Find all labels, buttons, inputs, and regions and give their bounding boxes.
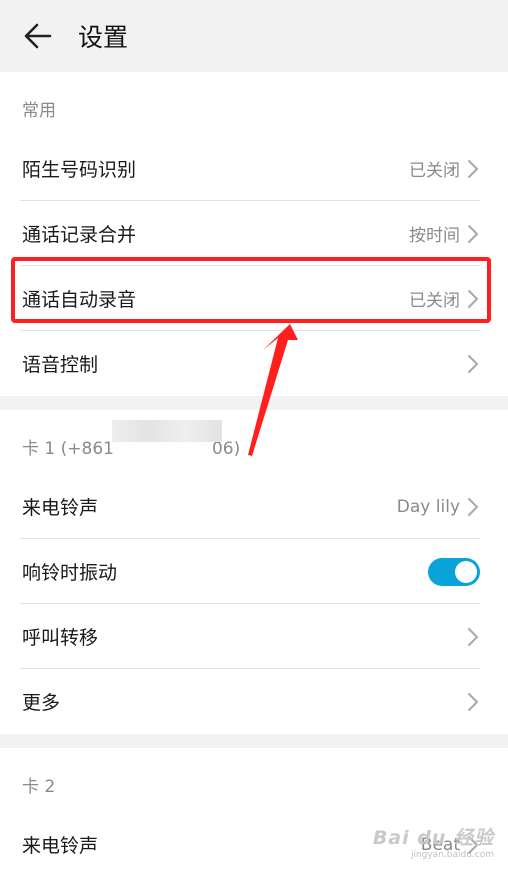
- auto-record-calls-row[interactable]: 通话自动录音 已关闭: [0, 266, 508, 331]
- call-forwarding-row[interactable]: 呼叫转移: [0, 604, 508, 669]
- arrow-left-icon: [24, 23, 52, 49]
- vibrate-toggle[interactable]: [428, 557, 480, 586]
- toggle-knob: [455, 560, 477, 583]
- row-label: 更多: [22, 692, 61, 714]
- unknown-number-id-row[interactable]: 陌生号码识别 已关闭: [0, 136, 508, 201]
- chevron-right-icon: [468, 497, 478, 516]
- vibrate-on-ring-row: 响铃时振动: [0, 539, 508, 604]
- page-title: 设置: [78, 23, 129, 52]
- row-label: 陌生号码识别: [22, 159, 137, 181]
- back-button[interactable]: [20, 18, 56, 54]
- chevron-right-icon: [468, 159, 478, 178]
- phone-number-mask: [112, 420, 222, 442]
- row-label: 响铃时振动: [22, 562, 118, 584]
- chevron-right-icon: [468, 224, 478, 243]
- row-value: 已关闭: [409, 161, 460, 181]
- call-log-merge-row[interactable]: 通话记录合并 按时间: [0, 201, 508, 266]
- chevron-right-icon: [468, 835, 478, 854]
- sim1-label-text: 卡 1 (+861: [22, 439, 114, 459]
- sim2-section: 卡 2 来电铃声 Beat: [0, 748, 508, 874]
- row-value: Day lily: [396, 496, 460, 517]
- common-section: 常用 陌生号码识别 已关闭 通话记录合并 按时间 通话自动录音 已关闭 语音控制: [0, 72, 508, 396]
- row-value: 已关闭: [409, 291, 460, 311]
- sim1-section: 卡 1 (+861 06) 来电铃声 Day lily 响铃时振动 呼叫转移 更多: [0, 410, 508, 734]
- row-label: 来电铃声: [22, 497, 99, 519]
- row-label: 通话自动录音: [22, 289, 137, 311]
- app-header: 设置: [0, 0, 508, 72]
- chevron-right-icon: [468, 692, 478, 711]
- section-label-sim2: 卡 2: [22, 777, 56, 797]
- sim2-ringtone-row[interactable]: 来电铃声 Beat: [0, 812, 508, 874]
- settings-screen: 设置 常用 陌生号码识别 已关闭 通话记录合并 按时间 通话自动录音 已关闭 语…: [0, 0, 508, 874]
- ringtone-row[interactable]: 来电铃声 Day lily: [0, 474, 508, 539]
- row-label: 来电铃声: [22, 835, 99, 857]
- row-label: 呼叫转移: [22, 627, 99, 649]
- row-label: 语音控制: [22, 354, 99, 376]
- chevron-right-icon: [468, 289, 478, 308]
- sim1-label-tail: 06): [211, 439, 241, 459]
- section-label-common: 常用: [22, 101, 56, 121]
- more-row[interactable]: 更多: [0, 669, 508, 734]
- chevron-right-icon: [468, 354, 478, 373]
- voice-control-row[interactable]: 语音控制: [0, 331, 508, 396]
- row-value: Beat: [420, 834, 460, 855]
- section-label-sim1: 卡 1 (+861 06): [0, 410, 508, 474]
- row-label: 通话记录合并: [22, 224, 137, 246]
- row-value: 按时间: [409, 226, 460, 246]
- chevron-right-icon: [468, 627, 478, 646]
